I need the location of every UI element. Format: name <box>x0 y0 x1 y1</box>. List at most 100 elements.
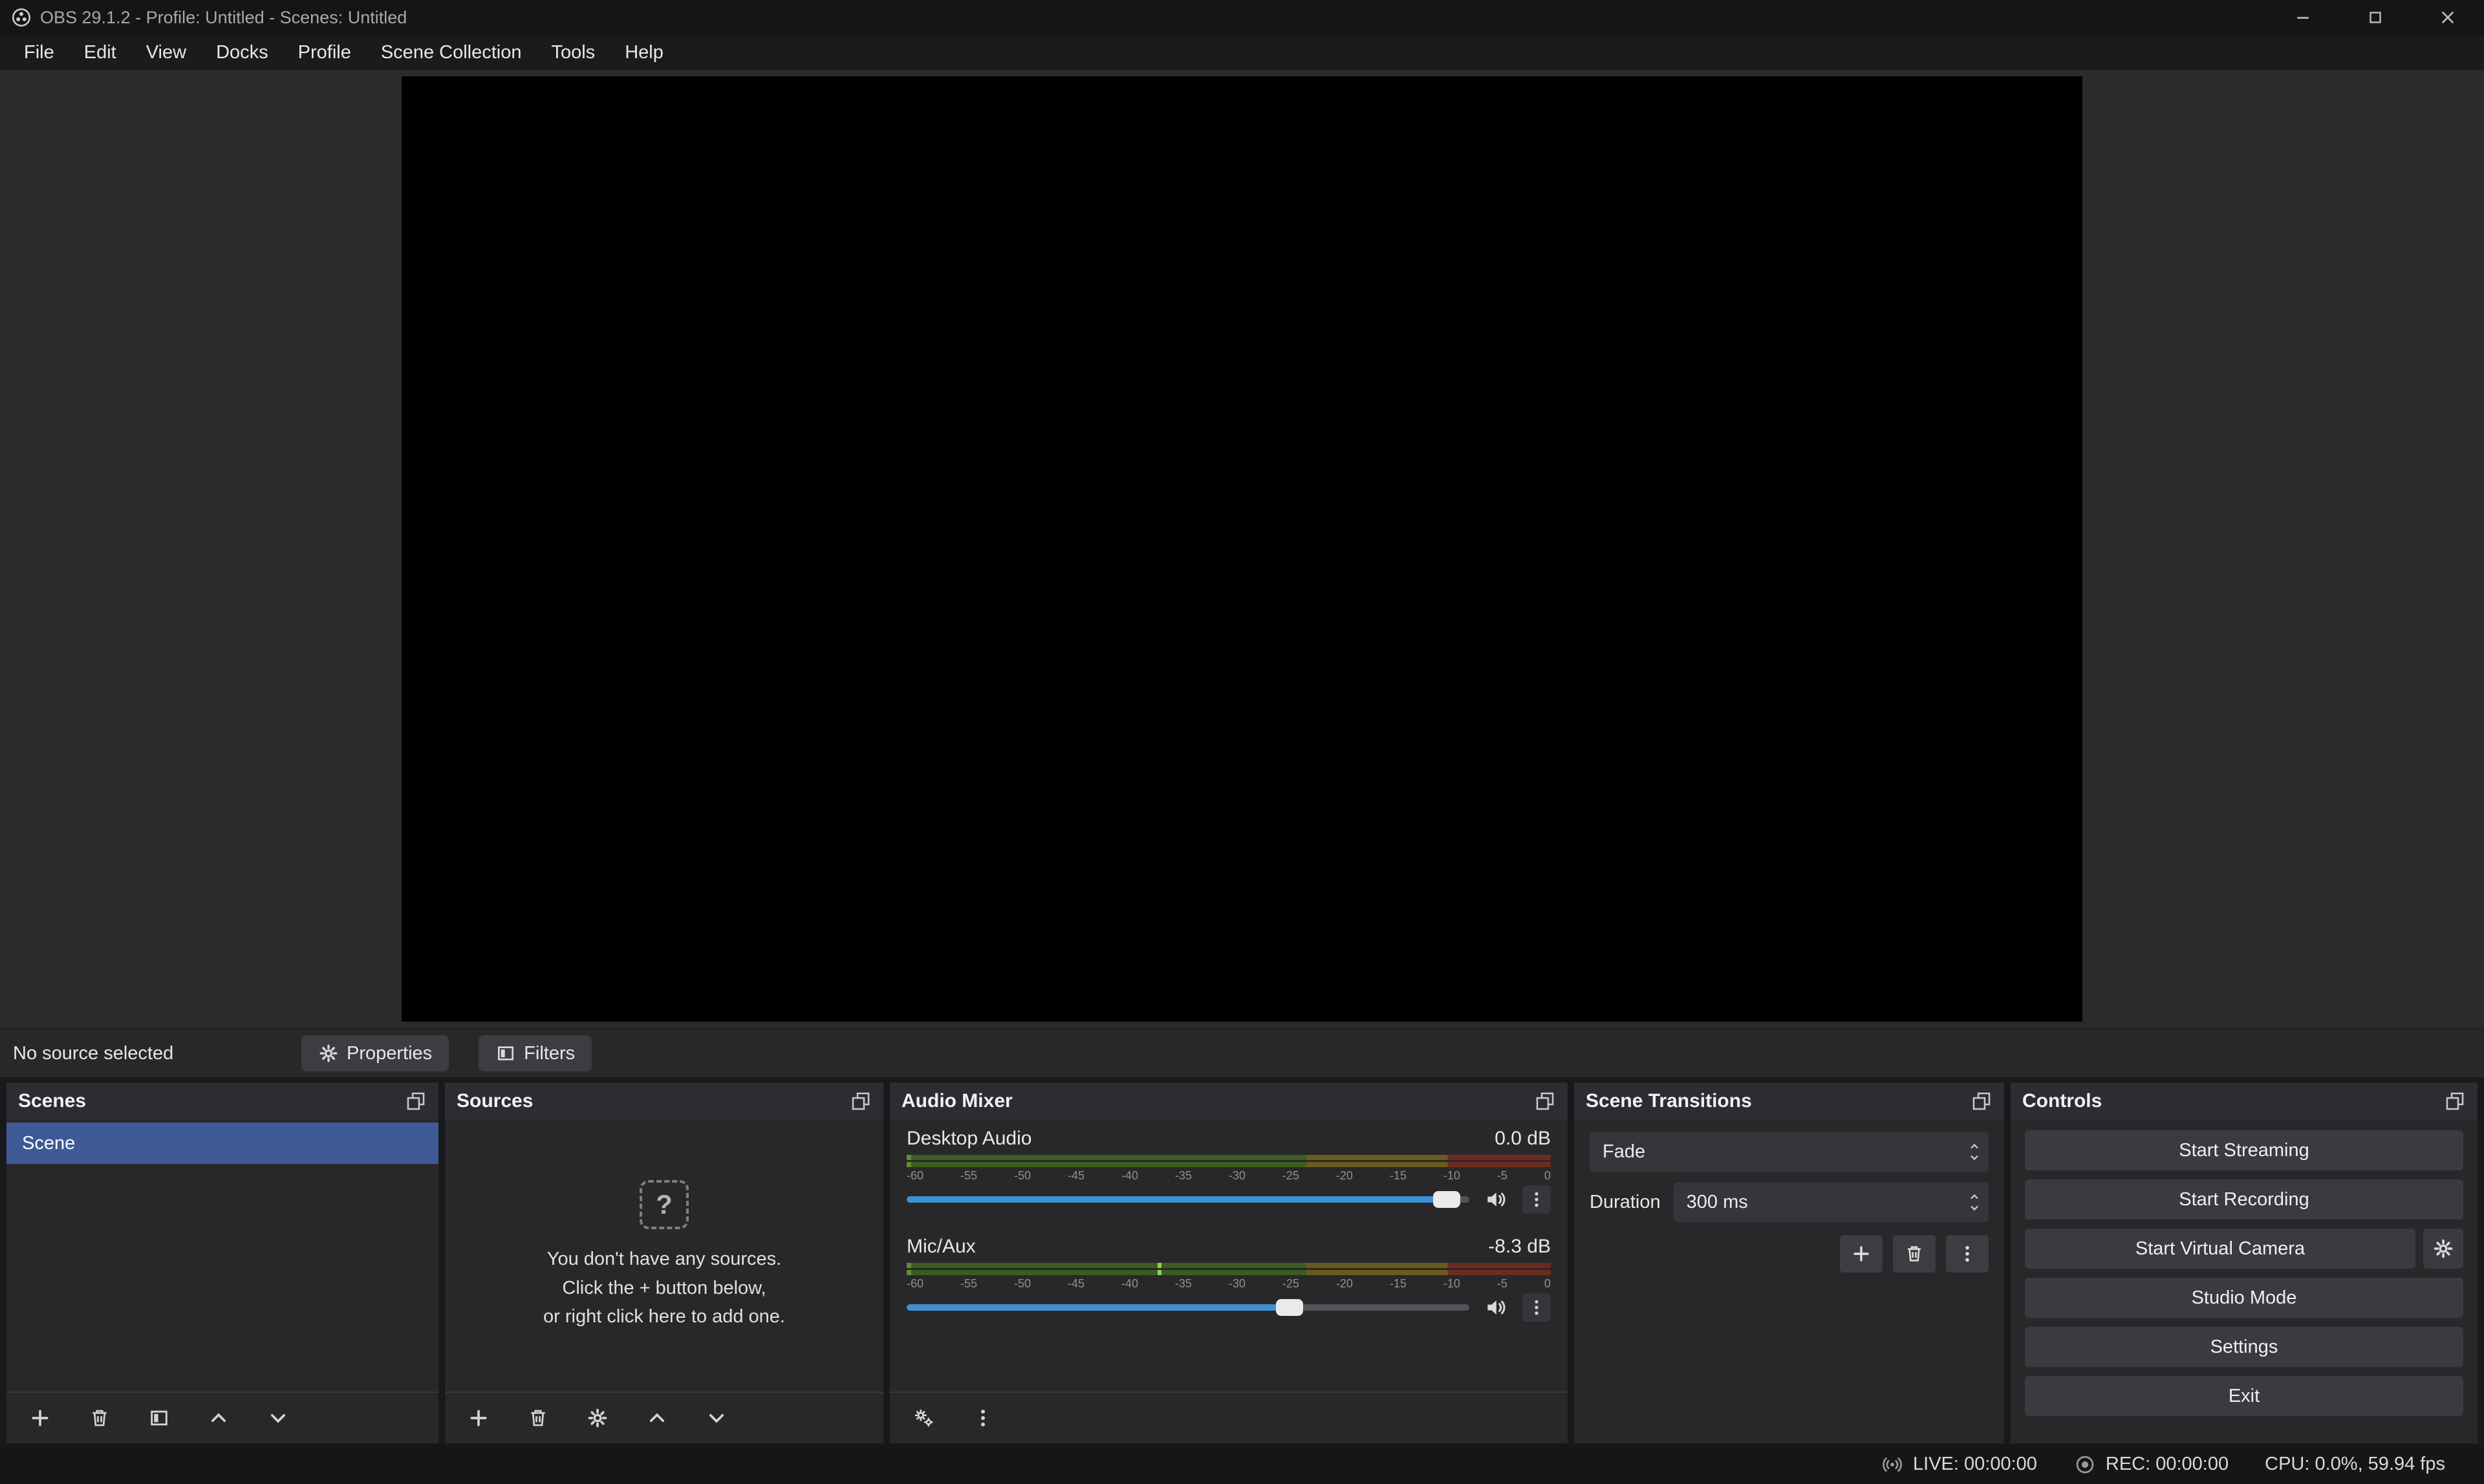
scene-transitions-dock-header[interactable]: Scene Transitions <box>1574 1082 2004 1120</box>
audio-mixer-dock-header[interactable]: Audio Mixer <box>890 1082 1568 1120</box>
channel-menu-button[interactable] <box>1522 1293 1551 1322</box>
db-tick: -25 <box>1282 1277 1299 1291</box>
controls-body: Start Streaming Start Recording Start Vi… <box>2011 1120 2478 1443</box>
source-properties-button[interactable] <box>582 1403 613 1434</box>
db-tick: 0 <box>1544 1169 1551 1183</box>
slider-handle[interactable] <box>1276 1299 1303 1316</box>
remove-transition-button[interactable] <box>1893 1235 1936 1273</box>
gear-icon <box>318 1043 339 1064</box>
menu-tools[interactable]: Tools <box>536 35 610 70</box>
minimize-icon <box>2293 8 2313 27</box>
duration-input[interactable]: 300 ms <box>1674 1182 1989 1222</box>
chevron-up-icon <box>646 1407 668 1429</box>
db-tick: -20 <box>1336 1169 1353 1183</box>
start-streaming-button[interactable]: Start Streaming <box>2025 1130 2463 1170</box>
volume-slider[interactable] <box>907 1190 1469 1209</box>
properties-button[interactable]: Properties <box>301 1035 449 1071</box>
scenes-dock: Scenes Scene <box>6 1082 438 1443</box>
transition-select[interactable]: Fade <box>1590 1132 1989 1172</box>
cogs-icon <box>913 1407 934 1429</box>
meter-bar <box>907 1263 1551 1268</box>
menu-docks[interactable]: Docks <box>201 35 283 70</box>
speaker-icon <box>1484 1187 1508 1212</box>
channel-header: Mic/Aux -8.3 dB <box>907 1236 1551 1258</box>
studio-mode-button[interactable]: Studio Mode <box>2025 1278 2463 1318</box>
slider-track <box>907 1304 1469 1311</box>
mixer-channel-mic-aux: Mic/Aux -8.3 dB -60-55-50-45-40-35-30-25… <box>907 1236 1551 1319</box>
sources-empty-state[interactable]: ? You don't have any sources. Click the … <box>445 1120 883 1392</box>
sources-dock-title: Sources <box>457 1090 533 1112</box>
move-scene-down-button[interactable] <box>263 1403 294 1434</box>
preview-canvas[interactable] <box>402 76 2082 1022</box>
move-source-up-button[interactable] <box>642 1403 673 1434</box>
filters-button[interactable]: Filters <box>479 1035 592 1071</box>
mute-button[interactable] <box>1481 1293 1511 1322</box>
mixer-menu-button[interactable] <box>967 1403 999 1434</box>
slider-handle[interactable] <box>1433 1191 1460 1208</box>
combo-arrows <box>1967 1139 1982 1165</box>
kebab-icon <box>972 1407 994 1429</box>
menu-view[interactable]: View <box>131 35 201 70</box>
properties-label: Properties <box>347 1043 432 1064</box>
spinbox-arrows <box>1967 1189 1982 1216</box>
advanced-audio-properties-button[interactable] <box>908 1403 939 1434</box>
move-source-down-button[interactable] <box>701 1403 732 1434</box>
menu-scene-collection[interactable]: Scene Collection <box>366 35 537 70</box>
volume-meter <box>907 1263 1551 1275</box>
sources-toolbar <box>445 1392 883 1443</box>
exit-button[interactable]: Exit <box>2025 1376 2463 1416</box>
spinner-down-icon[interactable] <box>1967 1200 1982 1216</box>
trash-icon <box>89 1407 111 1429</box>
scene-filters-button[interactable] <box>144 1403 175 1434</box>
sources-dock-header[interactable]: Sources <box>445 1082 883 1120</box>
channel-header: Desktop Audio 0.0 dB <box>907 1128 1551 1150</box>
meter-cap <box>907 1155 911 1160</box>
virtual-camera-settings-button[interactable] <box>2423 1229 2463 1269</box>
start-virtual-camera-button[interactable]: Start Virtual Camera <box>2025 1229 2415 1269</box>
meter-cap <box>907 1270 911 1275</box>
scenes-dock-header[interactable]: Scenes <box>6 1082 438 1120</box>
mute-button[interactable] <box>1481 1185 1511 1214</box>
menu-profile[interactable]: Profile <box>283 35 366 70</box>
statusbar: LIVE: 00:00:00 REC: 00:00:00 CPU: 0.0%, … <box>0 1445 2484 1484</box>
rec-timer: REC: 00:00:00 <box>2106 1454 2229 1475</box>
channel-menu-button[interactable] <box>1522 1185 1551 1214</box>
maximize-button[interactable] <box>2339 0 2412 35</box>
scene-list-item[interactable]: Scene <box>6 1123 438 1164</box>
audio-mixer-dock-title: Audio Mixer <box>902 1090 1013 1112</box>
gear-icon <box>2432 1238 2454 1260</box>
meter-cap <box>907 1263 911 1268</box>
controls-dock-header[interactable]: Controls <box>2011 1082 2478 1120</box>
volume-slider[interactable] <box>907 1298 1469 1317</box>
kebab-icon <box>1527 1190 1546 1209</box>
settings-button[interactable]: Settings <box>2025 1327 2463 1367</box>
start-recording-button[interactable]: Start Recording <box>2025 1179 2463 1220</box>
minimize-button[interactable] <box>2267 0 2339 35</box>
scenes-dock-title: Scenes <box>18 1090 86 1112</box>
add-source-button[interactable] <box>463 1403 494 1434</box>
close-icon <box>2438 8 2457 27</box>
menubar: File Edit View Docks Profile Scene Colle… <box>0 35 2484 70</box>
db-tick: -45 <box>1068 1277 1085 1291</box>
db-tick: 0 <box>1544 1277 1551 1291</box>
close-button[interactable] <box>2412 0 2484 35</box>
trash-icon <box>527 1407 549 1429</box>
sources-empty-line: Click the + button below, <box>562 1274 766 1303</box>
spinner-down-icon[interactable] <box>1967 1150 1982 1165</box>
titlebar: OBS 29.1.2 - Profile: Untitled - Scenes:… <box>0 0 2484 35</box>
menu-edit[interactable]: Edit <box>69 35 131 70</box>
db-tick: -60 <box>907 1277 923 1291</box>
add-transition-button[interactable] <box>1840 1235 1883 1273</box>
add-scene-button[interactable] <box>25 1403 56 1434</box>
menu-file[interactable]: File <box>9 35 69 70</box>
slider-track <box>907 1196 1469 1203</box>
menu-help[interactable]: Help <box>610 35 678 70</box>
source-status-label: No source selected <box>13 1043 301 1064</box>
transition-menu-button[interactable] <box>1946 1235 1989 1273</box>
remove-source-button[interactable] <box>523 1403 554 1434</box>
move-scene-up-button[interactable] <box>203 1403 234 1434</box>
remove-scene-button[interactable] <box>84 1403 115 1434</box>
db-tick: -55 <box>960 1277 977 1291</box>
sources-empty-line: You don't have any sources. <box>547 1245 781 1274</box>
docks-row: Scenes Scene Sources ? You don't <box>0 1077 2484 1445</box>
